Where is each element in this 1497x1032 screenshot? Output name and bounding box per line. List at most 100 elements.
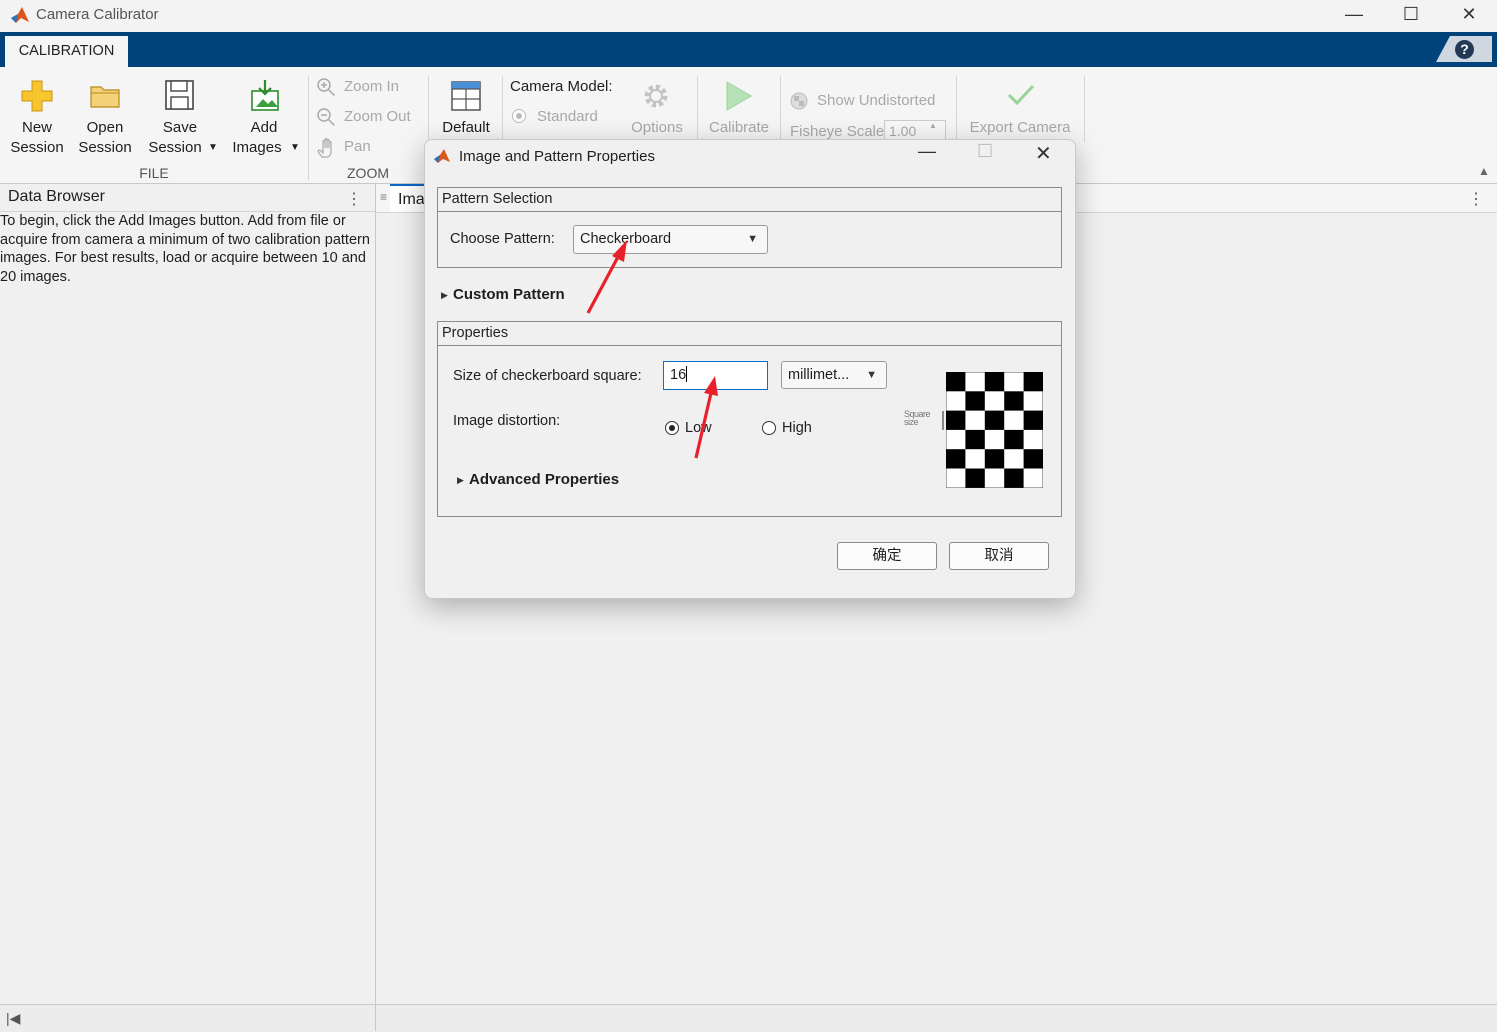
- matlab-logo-icon: [434, 149, 450, 163]
- tab-calibration[interactable]: CALIBRATION: [5, 36, 128, 67]
- dialog-minimize-button[interactable]: —: [918, 141, 936, 162]
- data-browser-panel: [0, 184, 376, 1004]
- cancel-button[interactable]: 取消: [949, 542, 1049, 570]
- zoom-out-label: Zoom Out: [344, 108, 411, 125]
- export-camera-button[interactable]: Export Camera: [962, 78, 1078, 140]
- add-images-icon: [251, 80, 279, 111]
- checker-square: [946, 372, 966, 392]
- options-button[interactable]: Options: [624, 78, 690, 140]
- document-list-icon[interactable]: ≡: [380, 190, 387, 204]
- open-session-label-2: Session: [78, 139, 132, 156]
- custom-pattern-toggle[interactable]: Custom Pattern: [453, 286, 565, 303]
- choose-pattern-value: Checkerboard: [580, 231, 672, 247]
- title-bar: [0, 0, 1497, 32]
- standard-radio[interactable]: [512, 109, 526, 123]
- standard-label: Standard: [537, 108, 598, 125]
- maximize-button[interactable]: ☐: [1383, 0, 1439, 30]
- zoom-in-button[interactable]: Zoom In: [316, 77, 426, 99]
- distortion-low-label: Low: [685, 420, 712, 436]
- checker-square: [946, 410, 966, 430]
- pan-label: Pan: [344, 138, 371, 155]
- new-session-label-2: Session: [10, 139, 64, 156]
- zoom-section-label: ZOOM: [347, 165, 389, 181]
- square-size-annotation-2: size: [904, 417, 919, 427]
- zoom-in-label: Zoom In: [344, 78, 400, 95]
- minimize-button[interactable]: —: [1326, 0, 1382, 30]
- plus-icon: [21, 80, 53, 112]
- collapse-ribbon-icon[interactable]: ▲: [1478, 164, 1490, 178]
- properties-title: Properties: [442, 325, 509, 341]
- add-images-dropdown-arrow-icon[interactable]: ▼: [290, 142, 300, 153]
- distortion-low-radio[interactable]: [665, 421, 679, 435]
- expand-advanced-icon[interactable]: ▶: [457, 475, 464, 486]
- open-session-button[interactable]: Open Session: [76, 78, 134, 160]
- default-layout-button[interactable]: Default: [434, 78, 498, 140]
- calibrate-button[interactable]: Calibrate: [704, 78, 774, 140]
- checkerboard-preview-image: [946, 372, 1043, 488]
- data-browser-message: To begin, click the Add Images button. A…: [0, 213, 370, 285]
- checker-square: [946, 449, 966, 469]
- add-images-label-1: Add: [250, 119, 278, 136]
- calibrate-label: Calibrate: [708, 119, 770, 136]
- close-button[interactable]: ✕: [1441, 0, 1497, 30]
- square-size-label: Size of checkerboard square:: [453, 368, 642, 384]
- distortion-high-radio[interactable]: [762, 421, 776, 435]
- camera-model-label: Camera Model:: [510, 78, 613, 95]
- file-section-label: FILE: [139, 165, 169, 181]
- collapse-left-icon[interactable]: |◀: [6, 1010, 20, 1027]
- data-browser-menu-icon[interactable]: ⋮: [346, 189, 362, 209]
- save-dropdown-arrow-icon[interactable]: ▼: [208, 142, 218, 153]
- matlab-logo-icon: [11, 7, 29, 23]
- divider: [956, 76, 957, 142]
- checker-square: [1023, 410, 1043, 430]
- ok-button[interactable]: 确定: [837, 542, 937, 570]
- add-images-button[interactable]: Add Images ▼: [228, 78, 304, 160]
- unit-value: millimet...: [788, 367, 850, 383]
- divider: [502, 76, 503, 142]
- divider: [697, 76, 698, 142]
- choose-pattern-label: Choose Pattern:: [450, 231, 555, 247]
- export-camera-label: Export Camera: [969, 119, 1071, 136]
- default-layout-label: Default: [442, 119, 490, 136]
- fisheye-scale-value: 1.00: [889, 123, 917, 139]
- spinner-up-icon[interactable]: ▲: [929, 121, 937, 130]
- add-images-label-2: Images: [232, 139, 282, 156]
- app-title: Camera Calibrator: [36, 6, 159, 23]
- save-session-button[interactable]: Save Session ▼: [144, 78, 222, 160]
- pattern-selection-title: Pattern Selection: [442, 191, 553, 207]
- options-label: Options: [631, 119, 683, 136]
- checker-square: [984, 449, 1005, 469]
- advanced-properties-toggle[interactable]: Advanced Properties: [469, 471, 619, 488]
- status-bar: [0, 1004, 1497, 1032]
- pan-button[interactable]: Pan: [316, 137, 426, 159]
- chevron-down-icon: ▼: [866, 369, 877, 381]
- dialog-close-button[interactable]: ✕: [1035, 141, 1052, 166]
- help-icon[interactable]: ?: [1455, 40, 1474, 59]
- dialog-maximize-button[interactable]: ☐: [977, 141, 993, 162]
- main-menu-icon[interactable]: ⋮: [1468, 189, 1484, 209]
- new-session-button[interactable]: New Session: [8, 78, 66, 160]
- properties-header: [438, 322, 1061, 346]
- open-session-label-1: Open: [86, 119, 124, 136]
- unit-dropdown[interactable]: millimet... ▼: [781, 361, 887, 389]
- play-icon: [726, 81, 752, 111]
- checker-square: [1023, 449, 1043, 469]
- distortion-high-label: High: [782, 420, 812, 436]
- square-size-value: 16: [670, 367, 687, 383]
- chevron-down-icon: ▼: [747, 233, 758, 245]
- choose-pattern-dropdown[interactable]: Checkerboard ▼: [573, 225, 768, 254]
- zoom-out-button[interactable]: Zoom Out: [316, 107, 426, 129]
- checker-square: [965, 391, 985, 411]
- checker-square: [1004, 429, 1024, 450]
- save-session-label-2: Session: [148, 139, 202, 156]
- checker-square: [1004, 468, 1024, 488]
- folder-icon: [90, 86, 120, 108]
- dialog-title: Image and Pattern Properties: [459, 148, 655, 165]
- square-size-input[interactable]: 16: [663, 361, 768, 390]
- show-undistorted-button[interactable]: Show Undistorted: [817, 91, 935, 111]
- square-size-bracket: [942, 411, 944, 430]
- checker-square: [1023, 372, 1043, 392]
- ribbon-tab-strip: [0, 32, 1497, 67]
- divider: [1084, 76, 1085, 142]
- expand-custom-pattern-icon[interactable]: ▶: [441, 290, 448, 301]
